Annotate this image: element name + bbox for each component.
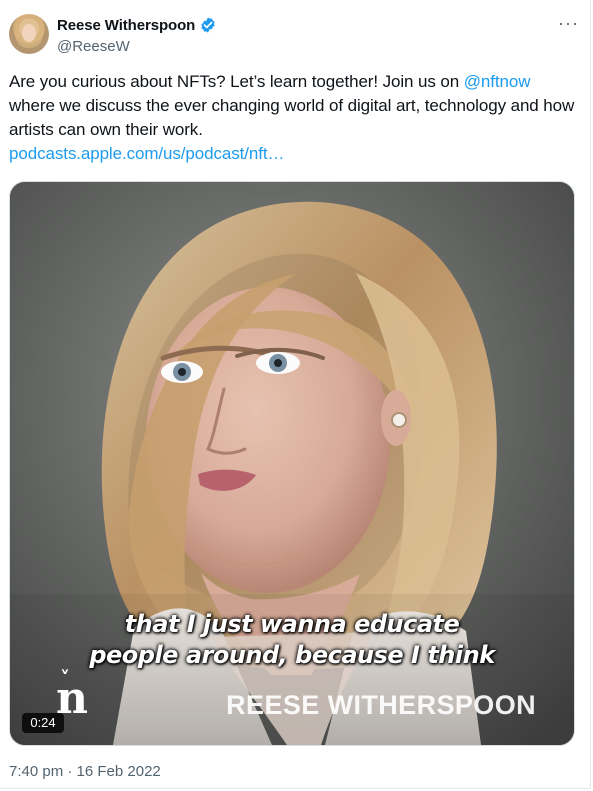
verified-badge-graphic xyxy=(201,17,215,33)
display-name-row: Reese Witherspoon xyxy=(57,15,217,35)
tweet-text: Are you curious about NFTs? Let’s learn … xyxy=(9,70,579,166)
lower-third-name: REESE WITHERSPOON xyxy=(226,690,536,720)
logo-accent: ˅ xyxy=(60,666,70,690)
avatar-face xyxy=(22,24,36,42)
tweet-text-after: where we discuss the ever changing world… xyxy=(9,96,575,139)
podcast-link[interactable]: podcasts.apple.com/us/podcast/nft… xyxy=(9,144,284,163)
video-duration: 0:24 xyxy=(22,713,64,733)
author-info: Reese Witherspoon @ReeseW xyxy=(57,15,217,55)
mention-link[interactable]: @nftnow xyxy=(464,72,531,91)
video-player[interactable]: that I just wanna educate people around,… xyxy=(9,181,575,746)
video-caption-line-2: people around, because I think xyxy=(89,641,495,669)
tweet-timestamp[interactable]: 7:40 pm · 16 Feb 2022 xyxy=(9,763,161,780)
tweet-text-before: Are you curious about NFTs? Let’s learn … xyxy=(9,72,464,91)
verified-badge-icon[interactable] xyxy=(199,16,217,34)
video-caption-line-1: that I just wanna educate xyxy=(124,610,460,638)
author-avatar[interactable] xyxy=(9,14,49,54)
tweet-card: Reese Witherspoon @ReeseW ··· Are you cu… xyxy=(0,0,591,789)
display-name[interactable]: Reese Witherspoon xyxy=(57,17,195,34)
more-options-icon[interactable]: ··· xyxy=(558,14,578,32)
user-handle[interactable]: @ReeseW xyxy=(57,38,217,55)
tweet-header: Reese Witherspoon @ReeseW ··· xyxy=(9,14,578,58)
